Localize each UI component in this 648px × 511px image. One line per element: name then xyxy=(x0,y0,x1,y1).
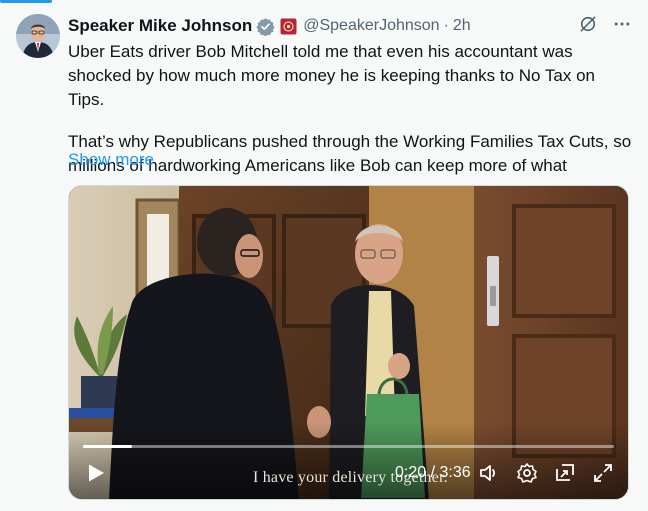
post-time[interactable]: 2h xyxy=(453,17,471,35)
video-controls: I have your delivery together. 0:20 / 3:… xyxy=(69,447,628,499)
grok-icon[interactable] xyxy=(578,14,598,39)
header-actions xyxy=(578,14,632,38)
video-player[interactable]: I have your delivery together. 0:20 / 3:… xyxy=(68,185,629,500)
post-header: Speaker Mike Johnson @SpeakerJohnson · 2… xyxy=(68,14,632,38)
volume-icon[interactable] xyxy=(477,461,501,485)
verified-badge-icon[interactable] xyxy=(256,17,275,36)
show-more-link[interactable]: Show more xyxy=(68,150,154,170)
house-seal-affiliation-icon[interactable] xyxy=(280,18,297,35)
picture-in-picture-icon[interactable] xyxy=(553,461,577,485)
play-icon[interactable] xyxy=(83,461,107,485)
settings-icon[interactable] xyxy=(515,461,539,485)
top-accent-bar xyxy=(0,0,52,3)
video-time-readout: 0:20 / 3:36 xyxy=(395,464,471,481)
meta-separator: · xyxy=(443,17,449,34)
author-handle[interactable]: @SpeakerJohnson xyxy=(303,17,439,35)
author-name[interactable]: Speaker Mike Johnson xyxy=(68,16,252,36)
post-text-paragraph-1: Uber Eats driver Bob Mitchell told me th… xyxy=(68,42,595,109)
more-options-icon[interactable] xyxy=(612,14,632,39)
avatar[interactable] xyxy=(16,14,60,58)
fullscreen-icon[interactable] xyxy=(591,461,615,485)
